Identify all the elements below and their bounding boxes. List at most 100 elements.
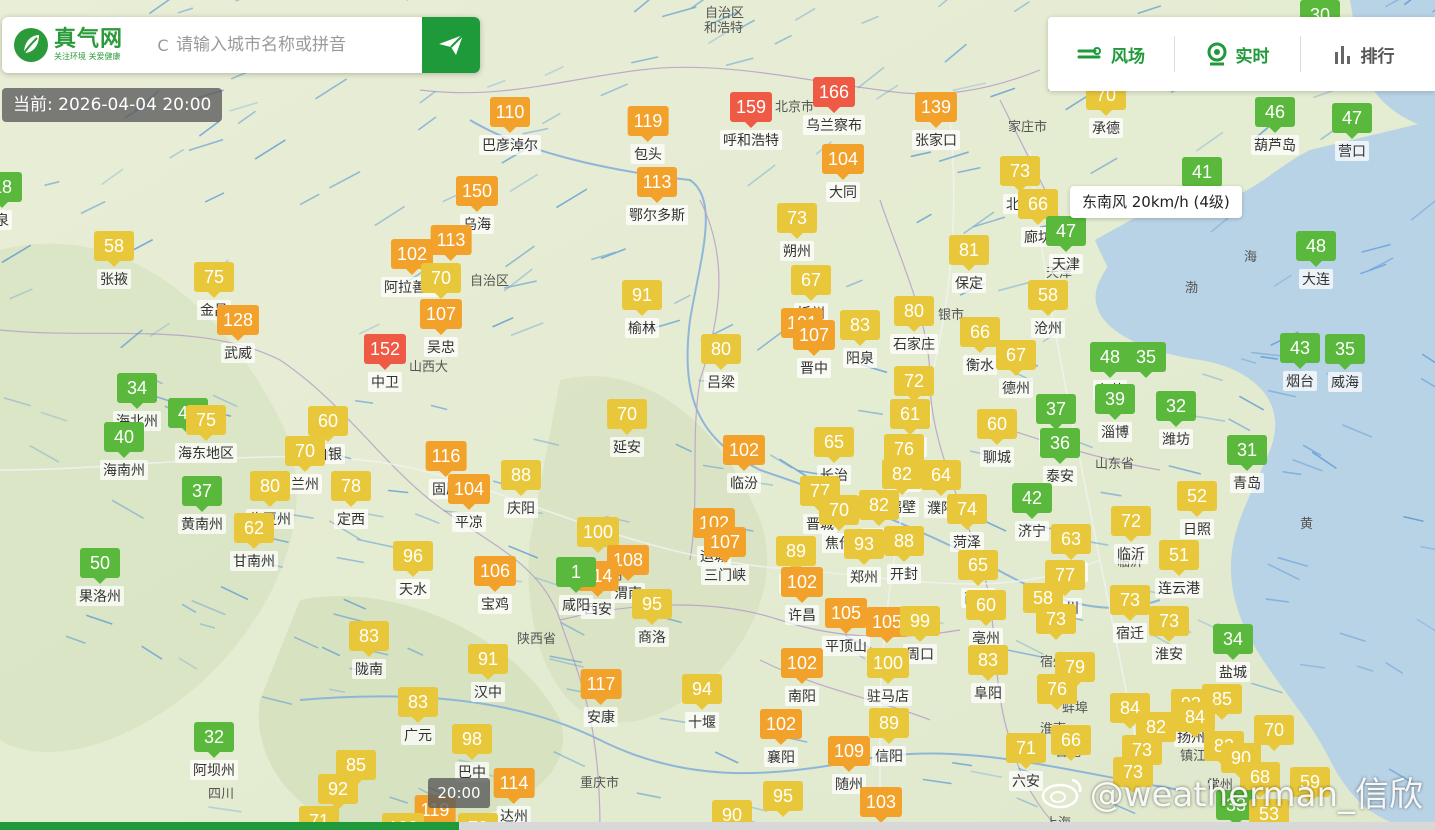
station-marker[interactable]: 104 平凉	[447, 474, 491, 532]
city-name: 延安	[610, 437, 644, 457]
station-marker[interactable]: 93 郑州	[844, 529, 884, 587]
search-input[interactable]	[176, 35, 416, 55]
station-marker[interactable]: 60 亳州	[966, 590, 1006, 648]
station-marker[interactable]: 81 保定	[949, 235, 989, 293]
station-marker[interactable]: 113 鄂尔多斯	[626, 167, 688, 225]
station-marker[interactable]: 113	[430, 225, 472, 261]
aqi-map[interactable]: 自治区和浩特北京市家庄市银市山市自治区山西大市陕西省山东省重庆市四川海渤黄上海天…	[0, 0, 1435, 830]
station-marker[interactable]: 72 临沂	[1111, 506, 1151, 564]
station-marker[interactable]: 73 朔州	[777, 203, 817, 261]
station-marker[interactable]: 102 许昌	[780, 567, 824, 625]
station-marker[interactable]: 91 榆林	[622, 280, 662, 338]
station-marker[interactable]: 107 吴忠	[419, 299, 463, 357]
city-name: 广元	[401, 725, 435, 745]
timeline-pointer[interactable]: 20:00	[428, 778, 490, 808]
logo[interactable]: 真气网 关注环境 关爱健康	[2, 26, 150, 64]
station-marker[interactable]: 83 陇南	[349, 621, 389, 679]
station-marker[interactable]: 159 呼和浩特	[720, 92, 782, 150]
station-marker[interactable]: 43 烟台	[1280, 333, 1320, 391]
station-marker[interactable]: 139 张家口	[912, 92, 960, 150]
station-marker[interactable]: 78 定西	[331, 471, 371, 529]
station-marker[interactable]: 166 乌兰察布	[803, 77, 865, 135]
station-marker[interactable]: 80 石家庄	[890, 296, 938, 354]
station-marker[interactable]: 50 果洛州	[76, 548, 124, 606]
station-marker[interactable]: 75 海东地区	[175, 405, 237, 463]
station-marker[interactable]: 83 广元	[398, 687, 438, 745]
station-marker[interactable]: 98 巴中	[452, 724, 492, 782]
station-marker[interactable]: 46 葫芦岛	[1251, 97, 1299, 155]
station-marker[interactable]: 52 日照	[1177, 481, 1217, 539]
search-button[interactable]	[422, 17, 480, 73]
station-marker[interactable]: 76	[1037, 674, 1077, 710]
station-marker[interactable]: 73	[1036, 604, 1076, 640]
station-marker[interactable]: 47 天津	[1046, 216, 1086, 274]
station-marker[interactable]: 114 达州	[493, 768, 535, 826]
station-marker[interactable]: 105 平顶山	[822, 598, 870, 656]
station-marker[interactable]: 66 衡水	[960, 317, 1000, 375]
station-marker[interactable]: 94 十堰	[682, 674, 722, 732]
refresh-icon[interactable]: C	[150, 36, 176, 55]
station-marker[interactable]: 31 青岛	[1227, 435, 1267, 493]
timeline-bar[interactable]	[0, 822, 1435, 830]
station-marker[interactable]: 67 德州	[996, 340, 1036, 398]
station-marker[interactable]: 66	[1051, 725, 1091, 761]
station-marker[interactable]: 60 聊城	[977, 409, 1017, 467]
city-name: 驻马店	[864, 686, 912, 706]
station-marker[interactable]: 100	[576, 517, 620, 553]
station-marker[interactable]: 83 阜阳	[968, 645, 1008, 703]
station-marker[interactable]: 47 营口	[1332, 103, 1372, 161]
station-marker[interactable]: 62 甘南州	[230, 513, 278, 571]
station-marker[interactable]: 34 盐城	[1213, 624, 1253, 682]
station-marker[interactable]: 58 张掖	[94, 231, 134, 289]
station-marker[interactable]: 109 随州	[827, 736, 871, 794]
station-marker[interactable]: 107 三门峡	[701, 527, 749, 585]
station-marker[interactable]: 36 泰安	[1040, 428, 1080, 486]
station-marker[interactable]: 107 晋中	[792, 320, 836, 378]
station-marker[interactable]: 18泉	[0, 172, 22, 230]
station-marker[interactable]: 110 巴彦淖尔	[479, 97, 541, 155]
tab-ranking[interactable]: 排行	[1300, 36, 1426, 72]
station-marker[interactable]: 70	[1254, 715, 1294, 751]
station-marker[interactable]: 51 连云港	[1155, 540, 1203, 598]
station-marker[interactable]: 84	[1175, 702, 1215, 738]
station-marker[interactable]: 1 咸阳	[556, 557, 596, 615]
station-marker[interactable]: 32 阿坝州	[190, 722, 238, 780]
station-marker[interactable]: 89 信阳	[869, 708, 909, 766]
station-marker[interactable]: 100 驻马店	[864, 648, 912, 706]
station-marker[interactable]: 35	[1126, 342, 1166, 378]
station-marker[interactable]: 48 大连	[1296, 231, 1336, 289]
station-marker[interactable]: 40 海南州	[100, 422, 148, 480]
station-marker[interactable]: 32 潍坊	[1156, 391, 1196, 449]
station-marker[interactable]: 80 吕梁	[701, 334, 741, 392]
station-marker[interactable]: 103	[859, 787, 903, 823]
station-marker[interactable]: 70 延安	[607, 399, 647, 457]
station-marker[interactable]: 119 包头	[627, 106, 669, 164]
station-marker[interactable]: 95 商洛	[632, 589, 672, 647]
station-marker[interactable]: 95	[763, 781, 803, 817]
station-marker[interactable]: 35 威海	[1325, 334, 1365, 392]
station-marker[interactable]: 74 菏泽	[947, 494, 987, 552]
station-marker[interactable]: 91 汉中	[468, 644, 508, 702]
station-marker[interactable]: 92	[318, 774, 358, 810]
station-marker[interactable]: 42 济宁	[1012, 483, 1052, 541]
station-marker[interactable]: 96 天水	[393, 541, 433, 599]
station-marker[interactable]: 88 庆阳	[501, 460, 541, 518]
station-marker[interactable]: 128 武威	[216, 305, 260, 363]
station-marker[interactable]: 58 沧州	[1028, 280, 1068, 338]
station-marker[interactable]: 102 南阳	[780, 648, 824, 706]
station-marker[interactable]: 37 黄南州	[178, 476, 226, 534]
tab-wind-field[interactable]: 风场	[1048, 17, 1174, 91]
station-marker[interactable]: 70	[421, 263, 461, 299]
station-marker[interactable]: 102 襄阳	[759, 709, 803, 767]
station-marker[interactable]: 102 临汾	[722, 435, 766, 493]
station-marker[interactable]: 73 淮安	[1149, 606, 1189, 664]
station-marker[interactable]: 83 阳泉	[840, 310, 880, 368]
station-marker[interactable]: 152 中卫	[363, 334, 407, 392]
station-marker[interactable]: 106 宝鸡	[473, 556, 517, 614]
tab-realtime[interactable]: 实时	[1174, 36, 1300, 72]
station-marker[interactable]: 104 大同	[821, 144, 865, 202]
station-marker[interactable]: 73 宿迁	[1110, 585, 1150, 643]
station-marker[interactable]: 117 安康	[580, 669, 622, 727]
station-marker[interactable]: 39 淄博	[1095, 384, 1135, 442]
station-marker[interactable]: 88 开封	[884, 526, 924, 584]
